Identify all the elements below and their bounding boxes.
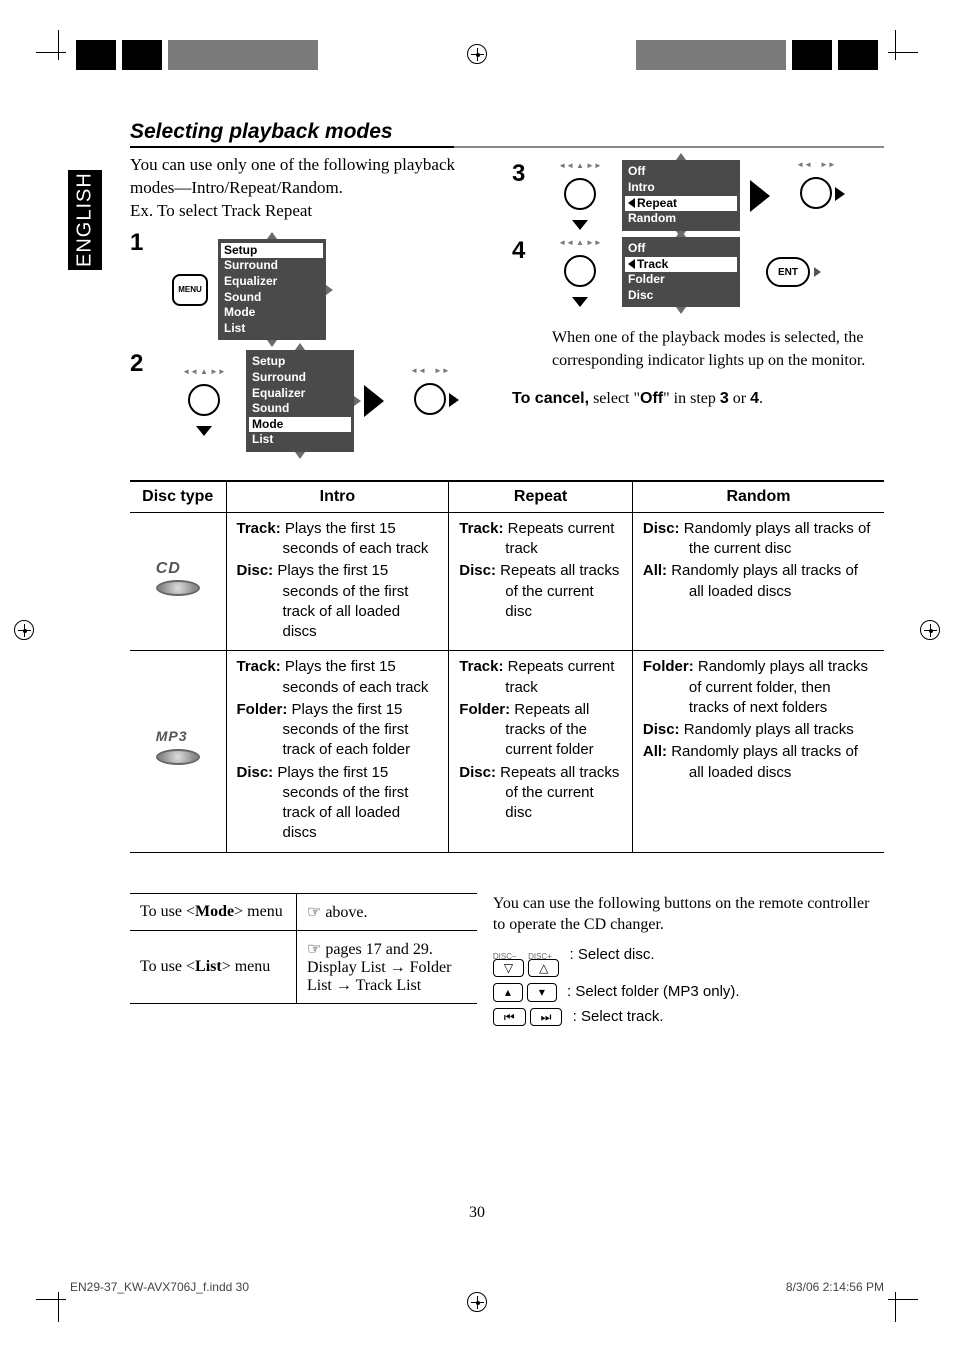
down-arrow-icon bbox=[196, 426, 212, 436]
note-text: When one of the playback modes is select… bbox=[552, 327, 884, 372]
arrow-right-icon bbox=[750, 180, 770, 212]
cd-disc-icon: CD bbox=[150, 562, 206, 596]
play-icon bbox=[814, 267, 821, 277]
intro-paragraph: You can use only one of the following pl… bbox=[130, 154, 502, 200]
step-3-number: 3 bbox=[512, 160, 536, 188]
step-2-number: 2 bbox=[130, 350, 154, 378]
mp3-disc-icon: MP3 bbox=[150, 731, 206, 765]
registration-mark-icon bbox=[920, 620, 940, 640]
language-tab: ENGLISH bbox=[68, 170, 102, 270]
dpad-control[interactable]: ◄◄ ▲ ►► bbox=[544, 161, 616, 230]
menu-step3: Off Intro Repeat Random bbox=[622, 160, 740, 230]
menu-item-selected: Mode bbox=[249, 417, 351, 433]
menu-item-selected: Track bbox=[625, 257, 737, 273]
table-row: CD Track: Plays the first 15 seconds of … bbox=[130, 512, 884, 651]
cancel-instruction: To cancel, select "Off" in step 3 or 4. bbox=[512, 390, 884, 408]
menu-item-selected: Repeat bbox=[625, 196, 737, 212]
dpad-control[interactable]: ◄◄ ►► bbox=[780, 160, 852, 231]
menu-step1: Setup Surround Equalizer Sound Mode List bbox=[218, 239, 326, 341]
remote-button[interactable]: ⏭ bbox=[530, 1008, 563, 1026]
remote-button[interactable]: ▴ bbox=[493, 983, 523, 1001]
table-header: Repeat bbox=[449, 481, 633, 513]
table-header: Intro bbox=[226, 481, 449, 513]
registration-mark-icon bbox=[14, 620, 34, 640]
table-row: To use <List> menu ☞ pages 17 and 29. Di… bbox=[130, 930, 477, 1003]
remote-line-folder: ▴ ▾ : Select folder (MP3 only). bbox=[493, 983, 884, 1001]
dpad-control[interactable]: ◄◄ ▲ ►► bbox=[168, 367, 240, 436]
crop-mark bbox=[36, 30, 66, 60]
down-arrow-icon bbox=[572, 297, 588, 307]
menu-step4: Off Track Folder Disc bbox=[622, 237, 740, 307]
page-number: 30 bbox=[0, 1204, 954, 1222]
registration-mark-icon bbox=[467, 44, 487, 64]
step-4-number: 4 bbox=[512, 237, 536, 265]
table-row: MP3 Track: Plays the first 15 seconds of… bbox=[130, 651, 884, 852]
arrow-right-icon bbox=[364, 385, 384, 417]
registration-mark-icon bbox=[467, 1292, 487, 1312]
remote-button[interactable]: ▾ bbox=[527, 983, 557, 1001]
table-row: To use <Mode> menu ☞ above. bbox=[130, 893, 477, 930]
example-line: Ex. To select Track Repeat bbox=[130, 200, 502, 223]
crop-mark bbox=[888, 30, 918, 60]
remote-intro: You can use the following buttons on the… bbox=[493, 893, 884, 936]
ref-left: To use <List> menu bbox=[130, 930, 296, 1003]
ref-right: ☞ above. bbox=[296, 893, 476, 930]
footer-left: EN29-37_KW-AVX706J_f.indd 30 bbox=[70, 1280, 249, 1294]
right-arrow-icon bbox=[449, 393, 459, 407]
reference-table: To use <Mode> menu ☞ above. To use <List… bbox=[130, 893, 477, 1004]
down-arrow-icon bbox=[572, 220, 588, 230]
crop-mark bbox=[888, 1292, 918, 1322]
menu-step2: Setup Surround Equalizer Sound Mode List bbox=[246, 350, 354, 452]
footer-right: 8/3/06 2:14:56 PM bbox=[786, 1280, 884, 1294]
menu-button[interactable]: MENU bbox=[172, 274, 208, 306]
playback-mode-table: Disc type Intro Repeat Random CD Track bbox=[130, 480, 884, 853]
menu-item-selected: Setup bbox=[221, 243, 323, 259]
remote-line-disc: DISC−▽ DISC+△ : Select disc. bbox=[493, 946, 884, 977]
section-title: Selecting playback modes bbox=[130, 120, 884, 148]
table-header: Disc type bbox=[130, 481, 226, 513]
ent-button[interactable]: ENT bbox=[766, 257, 810, 287]
step-1-number: 1 bbox=[130, 229, 154, 257]
ref-left: To use <Mode> menu bbox=[130, 893, 296, 930]
crop-mark bbox=[36, 1292, 66, 1322]
dpad-control[interactable]: ◄◄ ►► bbox=[394, 366, 466, 437]
footer: EN29-37_KW-AVX706J_f.indd 30 8/3/06 2:14… bbox=[70, 1280, 884, 1294]
right-arrow-icon bbox=[835, 187, 845, 201]
dpad-control[interactable]: ◄◄ ▲ ►► bbox=[544, 238, 616, 307]
remote-button[interactable]: ▽ bbox=[493, 959, 524, 977]
table-header: Random bbox=[632, 481, 884, 513]
ref-right: ☞ pages 17 and 29. Display List → Folder… bbox=[296, 930, 476, 1003]
remote-line-track: ⏮ ⏭ : Select track. bbox=[493, 1008, 884, 1026]
remote-button[interactable]: △ bbox=[528, 959, 559, 977]
remote-button[interactable]: ⏮ bbox=[493, 1008, 526, 1026]
